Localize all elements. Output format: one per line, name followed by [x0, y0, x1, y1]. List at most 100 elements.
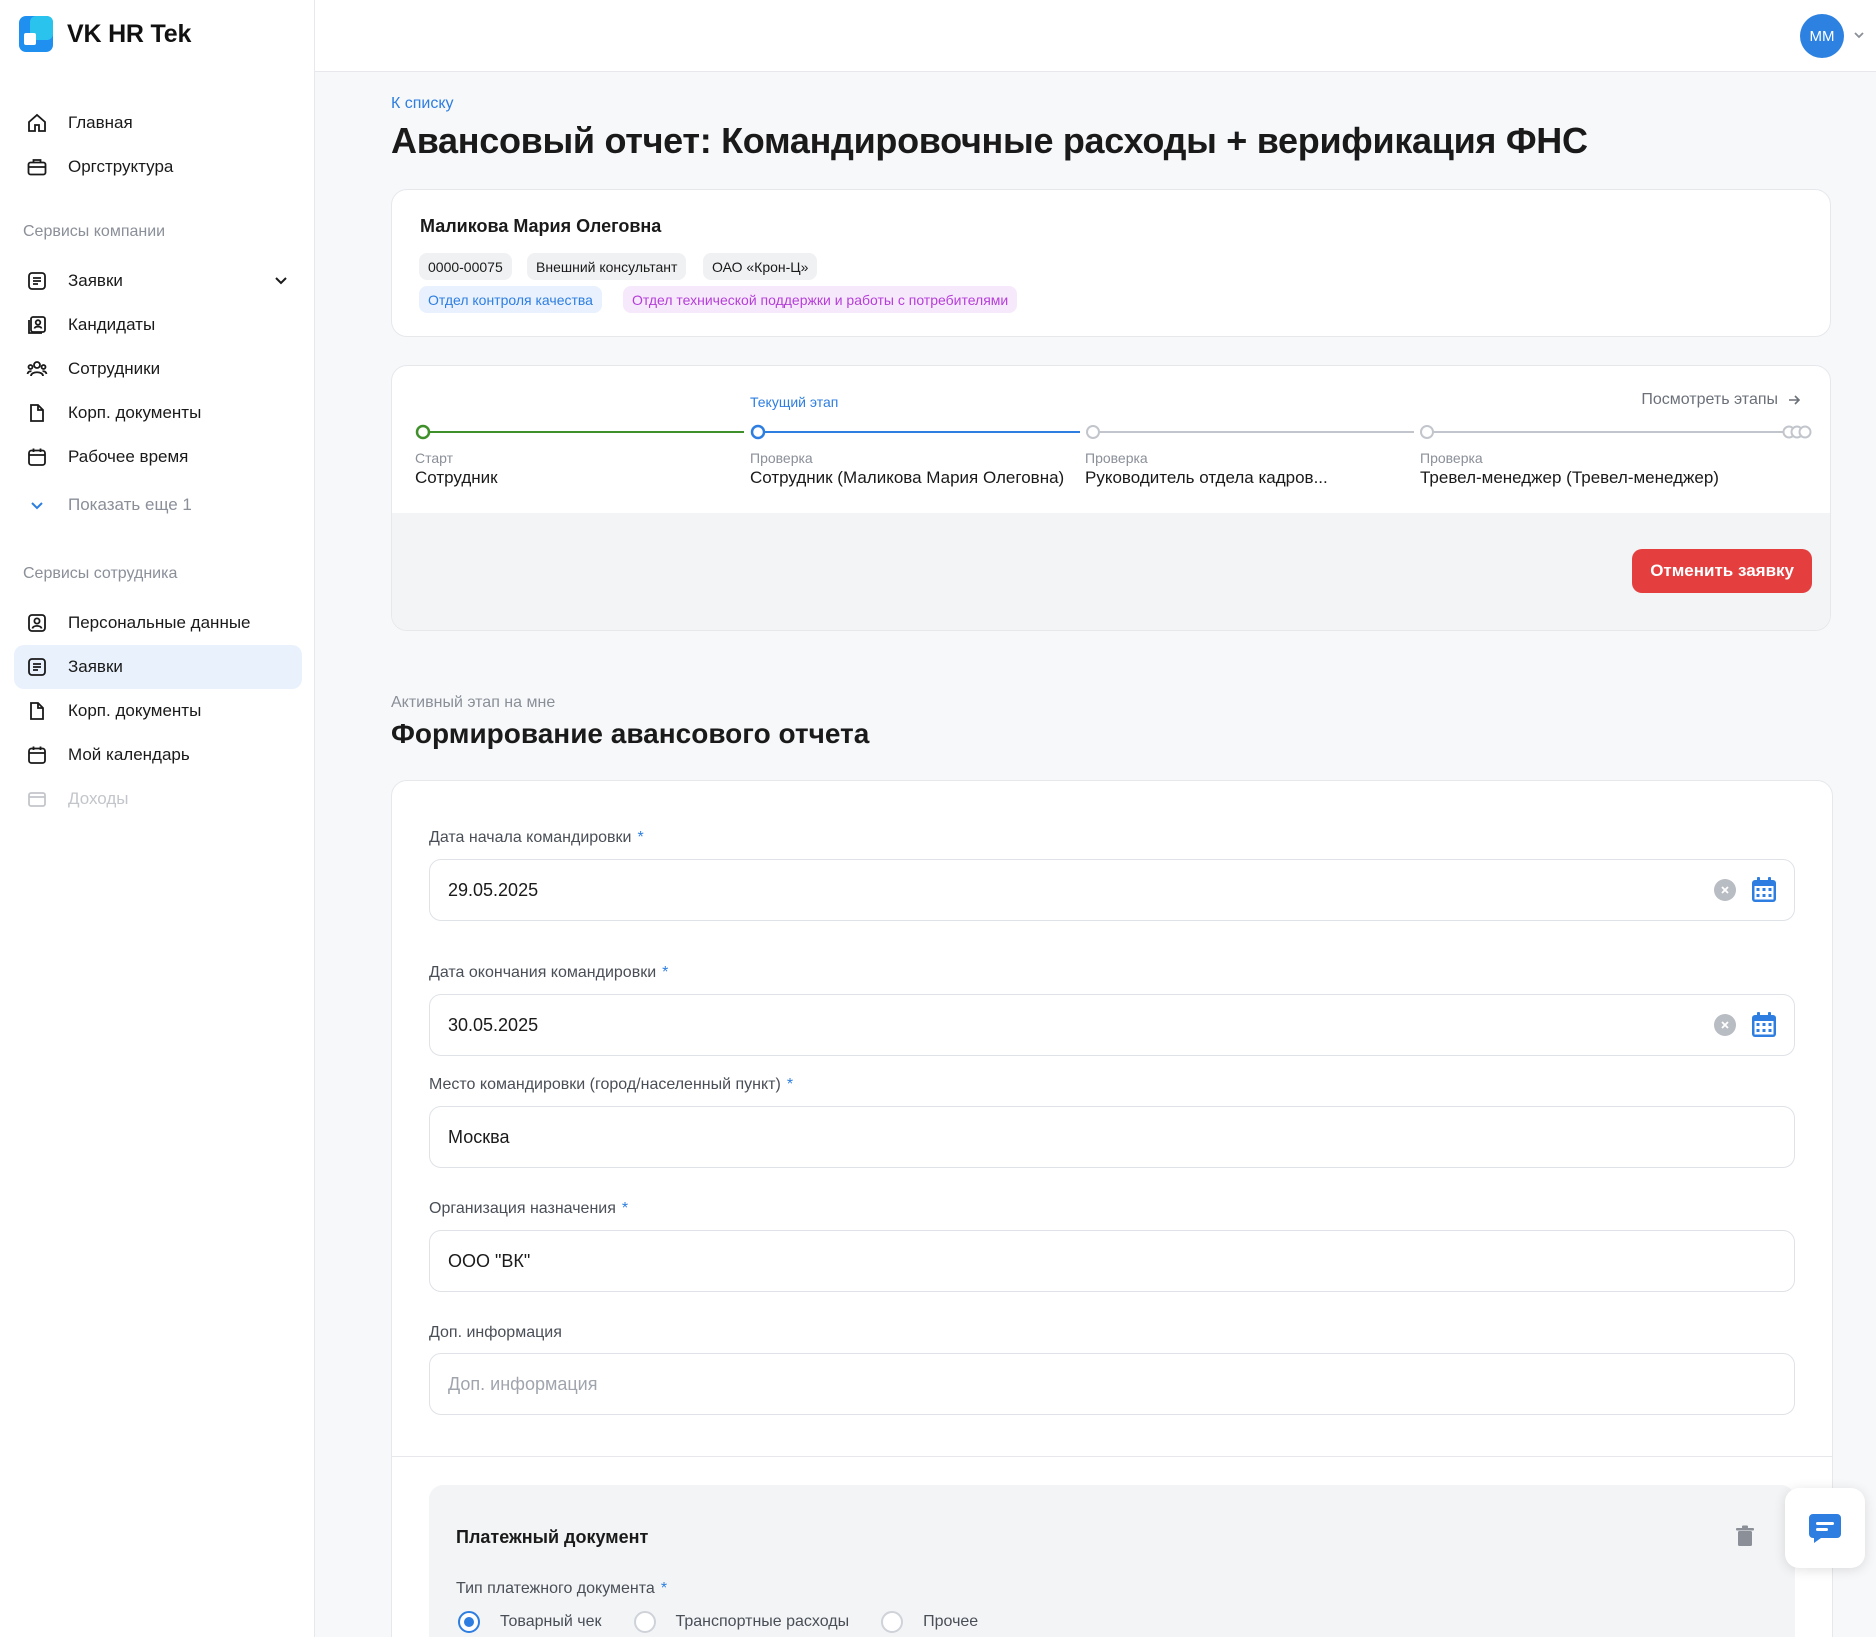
advance-report-form: Дата начала командировки * 29.05.2025 Дат… [391, 780, 1833, 1637]
end-date-label: Дата окончания командировки * [429, 964, 668, 982]
end-date-input[interactable]: 30.05.2025 [429, 994, 1795, 1056]
payment-document-block: Платежный документ Тип платежного докуме… [429, 1485, 1795, 1637]
employee-company-tag: ОАО «Крон-Ц» [703, 253, 818, 280]
radio-label: Транспортные расходы [675, 1613, 850, 1630]
stage-dot-pending [1420, 425, 1434, 439]
clear-icon[interactable] [1714, 1014, 1736, 1036]
clear-icon[interactable] [1714, 879, 1736, 901]
extra-info-input[interactable]: Доп. информация [429, 1353, 1795, 1415]
required-mark: * [637, 829, 644, 846]
sidebar-item-corp-documents[interactable]: Корп. документы [14, 391, 302, 435]
sidebar-item-my-corp-documents[interactable]: Корп. документы [14, 689, 302, 733]
calendar-icon [26, 744, 48, 766]
sidebar-item-label: Оргструктура [68, 157, 174, 176]
chevron-down-icon [26, 494, 48, 516]
sidebar-item-label: Мой календарь [68, 745, 190, 764]
sidebar-item-label: Главная [68, 113, 133, 132]
place-input[interactable]: Москва [429, 1106, 1795, 1168]
start-date-input[interactable]: 29.05.2025 [429, 859, 1795, 921]
company-services-title: Сервисы компании [23, 223, 166, 240]
extra-info-label: Доп. информация [429, 1324, 562, 1341]
cancel-request-button[interactable]: Отменить заявку [1632, 549, 1812, 593]
radio-unchecked-icon[interactable] [633, 1611, 656, 1633]
sidebar-item-label: Корп. документы [68, 403, 202, 422]
sidebar-item-home[interactable]: Главная [14, 101, 302, 145]
document-icon [26, 700, 48, 722]
active-stage-title: Формирование авансового отчета [391, 718, 870, 749]
radio-unchecked-icon[interactable] [881, 1611, 904, 1633]
end-date-value: 30.05.2025 [448, 1014, 539, 1035]
sidebar-item-label: Рабочее время [68, 447, 189, 466]
end-date-label-text: Дата окончания командировки [429, 964, 657, 981]
sidebar-item-label: Заявки [68, 271, 123, 290]
sidebar-item-my-calendar[interactable]: Мой календарь [14, 733, 302, 777]
payment-document-title: Платежный документ [456, 1527, 649, 1547]
page-title: Авансовый отчет: Командировочные расходы… [391, 120, 1588, 161]
trash-icon[interactable] [1735, 1525, 1755, 1552]
document-icon [26, 402, 48, 424]
top-bar: ММ [315, 0, 1876, 72]
back-to-list-link[interactable]: К списку [391, 95, 454, 113]
person-icon [26, 612, 48, 634]
employee-card: Маликова Мария Олеговна 0000-00075 Внешн… [391, 189, 1831, 337]
home-icon [26, 112, 48, 134]
stage-dot-pending [1086, 425, 1100, 439]
sidebar-item-candidates[interactable]: Кандидаты [14, 303, 302, 347]
sidebar-item-income[interactable]: Доходы [14, 777, 302, 821]
employee-name: Маликова Мария Олеговна [420, 216, 662, 236]
sidebar-item-label: Сотрудники [68, 359, 161, 378]
sidebar-item-my-requests[interactable]: Заявки [14, 645, 302, 689]
approval-stages-card: Текущий этап Посмотреть этапы Старт Сотр… [391, 365, 1831, 631]
sidebar-item-employees[interactable]: Сотрудники [14, 347, 302, 391]
radio-transport[interactable]: Транспортные расходы [633, 1611, 850, 1633]
app-logo[interactable]: VK HR Tek [19, 16, 191, 52]
stage-actions-area [392, 513, 1830, 630]
briefcase-icon [26, 156, 48, 178]
avatar[interactable]: ММ [1800, 14, 1844, 58]
show-more-button[interactable]: Показать еще 1 [14, 483, 302, 527]
place-label-text: Место командировки (город/населенный пун… [429, 1076, 781, 1093]
radio-other[interactable]: Прочее [881, 1611, 978, 1633]
radio-checked-icon[interactable] [458, 1611, 480, 1633]
stage-label: Проверка [750, 450, 813, 466]
requests-icon [26, 270, 48, 292]
calendar-picker-icon[interactable] [1750, 1011, 1778, 1044]
stage-value: Сотрудник [415, 468, 498, 487]
place-label: Место командировки (город/населенный пун… [429, 1076, 793, 1094]
nav-employee: Персональные данные Заявки Корп. докумен… [14, 601, 302, 821]
app-name: VK HR Tek [67, 19, 192, 48]
organization-label: Организация назначения * [429, 1200, 628, 1218]
calendar-picker-icon[interactable] [1750, 876, 1778, 909]
required-mark: * [660, 1580, 668, 1597]
sidebar-item-label: Корп. документы [68, 701, 202, 720]
candidates-icon [26, 314, 48, 336]
nav-company: Заявки Кандидаты Сотрудники Корп. докуме… [14, 259, 302, 527]
radio-receipt[interactable]: Товарный чек [458, 1611, 602, 1633]
sidebar-item-requests[interactable]: Заявки [14, 259, 302, 303]
department-tag: Отдел контроля качества [419, 286, 602, 313]
organization-input[interactable]: ООО "ВК" [429, 1230, 1795, 1292]
sidebar: VK HR Tek Главная Оргструктура Сервисы к… [0, 0, 315, 1637]
employee-id-tag: 0000-00075 [419, 253, 512, 280]
stage-value: Сотрудник (Маликова Мария Олеговна) [750, 468, 1065, 487]
stage-label: Проверка [1085, 450, 1148, 466]
sidebar-item-personal-data[interactable]: Персональные данные [14, 601, 302, 645]
chevron-down-icon[interactable] [1852, 28, 1866, 47]
start-date-label-text: Дата начала командировки [429, 829, 632, 846]
organization-label-text: Организация назначения [429, 1200, 616, 1217]
chevron-down-icon[interactable] [272, 271, 290, 294]
department-tag: Отдел технической поддержки и работы с п… [623, 286, 1018, 313]
sidebar-item-label: Заявки [68, 657, 123, 676]
sidebar-item-work-time[interactable]: Рабочее время [14, 435, 302, 479]
sidebar-item-orgstructure[interactable]: Оргструктура [14, 145, 302, 189]
radio-label: Прочее [923, 1613, 979, 1630]
chat-icon [1809, 1514, 1841, 1543]
vk-hr-tek-logo-icon [19, 16, 53, 52]
calendar-icon [26, 446, 48, 468]
required-mark: * [662, 964, 669, 981]
stage-value: Тревел-менеджер (Тревел-менеджер) [1420, 468, 1719, 487]
active-stage-label: Активный этап на мне [391, 694, 556, 711]
chat-button[interactable] [1785, 1488, 1865, 1568]
sidebar-item-label: Доходы [68, 789, 129, 808]
payment-type-label-text: Тип платежного документа [456, 1580, 655, 1597]
